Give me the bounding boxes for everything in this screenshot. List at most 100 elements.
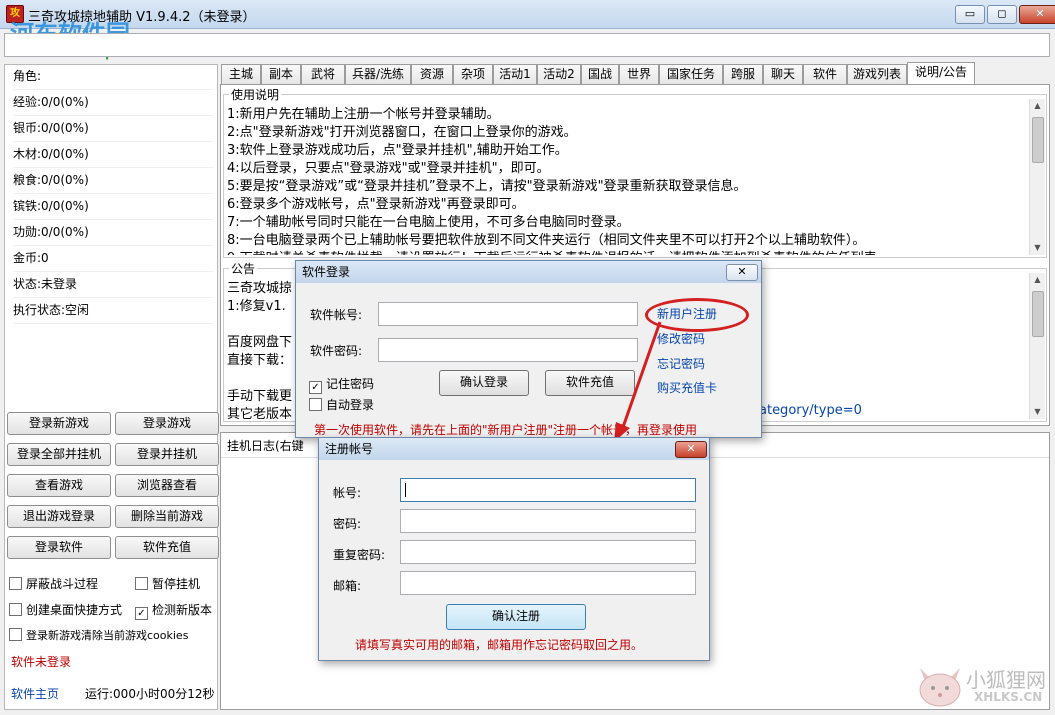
login-all-hook-button[interactable]: 登录全部并挂机 <box>7 443 111 466</box>
tab-main-city[interactable]: 主城 <box>221 64 261 84</box>
restore-button[interactable]: ◻ <box>987 5 1017 24</box>
remember-password-checkbox[interactable]: ✓ 记住密码 <box>309 375 374 394</box>
login-software-button[interactable]: 登录软件 <box>7 536 111 559</box>
view-game-button[interactable]: 查看游戏 <box>7 474 111 497</box>
login-game-button[interactable]: 登录游戏 <box>115 412 219 435</box>
tab-national-tasks[interactable]: 国家任务 <box>659 64 723 84</box>
scroll-thumb[interactable] <box>1032 291 1044 337</box>
instruction-line: 6:登录多个游戏帐号，点"登录新游戏"再登录即可。 <box>227 197 525 212</box>
clear-cookies-checkbox[interactable]: 登录新游戏清除当前游戏cookies <box>9 627 188 643</box>
tab-world[interactable]: 世界 <box>619 64 659 84</box>
exit-game-login-button[interactable]: 退出游戏登录 <box>7 505 111 528</box>
checkbox-box <box>135 577 148 590</box>
checkbox-box <box>9 577 22 590</box>
checkbox-box: ✓ <box>309 381 322 394</box>
scroll-up-icon[interactable]: ▲ <box>1030 273 1045 287</box>
software-account-input[interactable] <box>378 302 638 326</box>
stat-grain: 粮食:0/0(0%) <box>13 169 213 194</box>
browser-view-button[interactable]: 浏览器查看 <box>115 474 219 497</box>
register-account-label: 帐号: <box>333 486 362 500</box>
runtime-text: 运行:000小时00分12秒 <box>85 687 215 701</box>
checkbox-label: 登录新游戏清除当前游戏cookies <box>26 629 189 642</box>
tab-activity2[interactable]: 活动2 <box>537 64 581 84</box>
register-dialog: 注册帐号 ✕ 帐号: 密码: 重复密码: 邮箱: 确认注册 请填写真实可用的邮箱… <box>318 437 710 661</box>
checkbox-box: ✓ <box>135 607 148 620</box>
stat-wood: 木材:0/0(0%) <box>13 143 213 168</box>
account-label: 软件帐号: <box>310 308 363 322</box>
instruction-line: 8:一台电脑登录两个已上辅助帐号要把软件放到不同文件夹运行（相同文件夹里不可以打… <box>227 233 866 248</box>
tab-national-war[interactable]: 国战 <box>581 64 619 84</box>
tab-cross-server[interactable]: 跨服 <box>723 64 763 84</box>
checkbox-label: 检测新版本 <box>152 603 213 617</box>
register-dialog-notice: 请填写真实可用的邮箱，邮箱用作忘记密码取回之用。 <box>355 638 644 652</box>
tab-instructions[interactable]: 说明/公告 <box>907 62 975 85</box>
checkbox-box <box>9 603 22 616</box>
log-label: 挂机日志(右键 <box>227 439 304 453</box>
software-password-input[interactable] <box>378 338 638 362</box>
delete-current-game-button[interactable]: 删除当前游戏 <box>115 505 219 528</box>
tab-resources[interactable]: 资源 <box>411 64 453 84</box>
confirm-login-button[interactable]: 确认登录 <box>439 370 529 396</box>
announcement-line: 百度网盘下 <box>227 335 293 350</box>
scroll-down-icon[interactable]: ▼ <box>1030 241 1045 255</box>
register-email-input[interactable] <box>400 571 696 595</box>
register-dialog-title: 注册帐号 <box>319 438 709 460</box>
tab-chat[interactable]: 聊天 <box>763 64 803 84</box>
tab-game-list[interactable]: 游戏列表 <box>847 64 907 84</box>
tab-misc[interactable]: 杂项 <box>453 64 493 84</box>
login-new-game-button[interactable]: 登录新游戏 <box>7 412 111 435</box>
check-update-checkbox[interactable]: ✓ 检测新版本 <box>135 601 212 620</box>
address-bar[interactable] <box>4 33 1050 57</box>
password-label: 软件密码: <box>310 344 363 358</box>
register-password-input[interactable] <box>400 509 696 533</box>
login-and-hook-button[interactable]: 登录并挂机 <box>115 443 219 466</box>
checkbox-label: 记住密码 <box>326 377 375 391</box>
instruction-line: 2:点"登录新游戏"打开浏览器窗口，在窗口上登录你的游戏。 <box>227 125 577 140</box>
login-dialog: 软件登录 ✕ 软件帐号: 软件密码: ✓ 记住密码 自动登录 确认登录 软件充值 … <box>295 260 762 438</box>
instructions-text: 1:新用户先在辅助上注册一个帐号并登录辅助。 2:点"登录新游戏"打开浏览器窗口… <box>225 99 1025 255</box>
instruction-line: 7:一个辅助帐号同时只能在一台电脑上使用，不可多台电脑同时登录。 <box>227 215 630 230</box>
instruction-line: 3:软件上登录游戏成功后，点"登录并挂机",辅助开始工作。 <box>227 143 568 158</box>
hide-battle-checkbox[interactable]: 屏蔽战斗过程 <box>9 575 98 592</box>
announcement-line: 三奇攻城掠 <box>227 281 293 296</box>
register-repeat-password-label: 重复密码: <box>333 548 386 562</box>
scroll-down-icon[interactable]: ▼ <box>1030 405 1045 419</box>
announcement-line: 其它老版本 <box>227 407 293 419</box>
scroll-thumb[interactable] <box>1032 117 1044 163</box>
register-repeat-password-input[interactable] <box>400 540 696 564</box>
register-dialog-close-button[interactable]: ✕ <box>675 441 707 458</box>
instruction-line: 5:要是按“登录游戏”或“登录并挂机”登录不上，请按"登录新游戏"登录重新获取登… <box>227 179 747 194</box>
close-window-button[interactable]: ✕ <box>1019 5 1055 24</box>
tab-weapons[interactable]: 兵器/洗练 <box>345 64 411 84</box>
auto-login-checkbox[interactable]: 自动登录 <box>309 396 374 413</box>
register-email-label: 邮箱: <box>333 579 362 593</box>
pause-hook-checkbox[interactable]: 暂停挂机 <box>135 575 200 592</box>
checkbox-label: 创建桌面快捷方式 <box>26 603 123 617</box>
announcement-scrollbar[interactable]: ▲ ▼ <box>1029 273 1045 419</box>
login-dialog-close-button[interactable]: ✕ <box>726 264 758 281</box>
tab-software[interactable]: 软件 <box>803 64 847 84</box>
tab-dungeon[interactable]: 副本 <box>261 64 301 84</box>
checkbox-box <box>9 628 22 641</box>
stat-status: 状态:未登录 <box>13 273 213 298</box>
instruction-line: 1:新用户先在辅助上注册一个帐号并登录辅助。 <box>227 107 500 122</box>
register-account-input[interactable] <box>400 478 696 502</box>
scroll-up-icon[interactable]: ▲ <box>1030 99 1045 113</box>
confirm-register-button[interactable]: 确认注册 <box>446 604 586 630</box>
checkbox-label: 屏蔽战斗过程 <box>26 577 99 591</box>
tab-activity1[interactable]: 活动1 <box>493 64 537 84</box>
tab-generals[interactable]: 武将 <box>301 64 345 84</box>
stat-gold: 金币:0 <box>13 247 213 272</box>
stat-exp: 经验:0/0(0%) <box>13 91 213 116</box>
instruction-line: 9:下载时请关杀毒软件拦截，请设置放行！下载后运行被杀毒软件误报的话，请把软件添… <box>227 247 890 255</box>
instructions-scrollbar[interactable]: ▲ ▼ <box>1029 99 1045 255</box>
stat-merit: 功勋:0/0(0%) <box>13 221 213 246</box>
software-home-link[interactable]: 软件主页 <box>11 685 59 702</box>
desktop-shortcut-checkbox[interactable]: 创建桌面快捷方式 <box>9 601 122 618</box>
left-panel: 角色: 经验:0/0(0%) 银币:0/0(0%) 木材:0/0(0%) 粮食:… <box>4 64 219 710</box>
announcement-link[interactable]: ategory/type=0 <box>759 403 862 418</box>
bottom-watermark-name: 小狐狸网 <box>966 668 1046 692</box>
software-recharge-button[interactable]: 软件充值 <box>115 536 219 559</box>
fox-logo-icon <box>919 668 961 707</box>
minimize-button[interactable]: ▭ <box>955 5 985 24</box>
